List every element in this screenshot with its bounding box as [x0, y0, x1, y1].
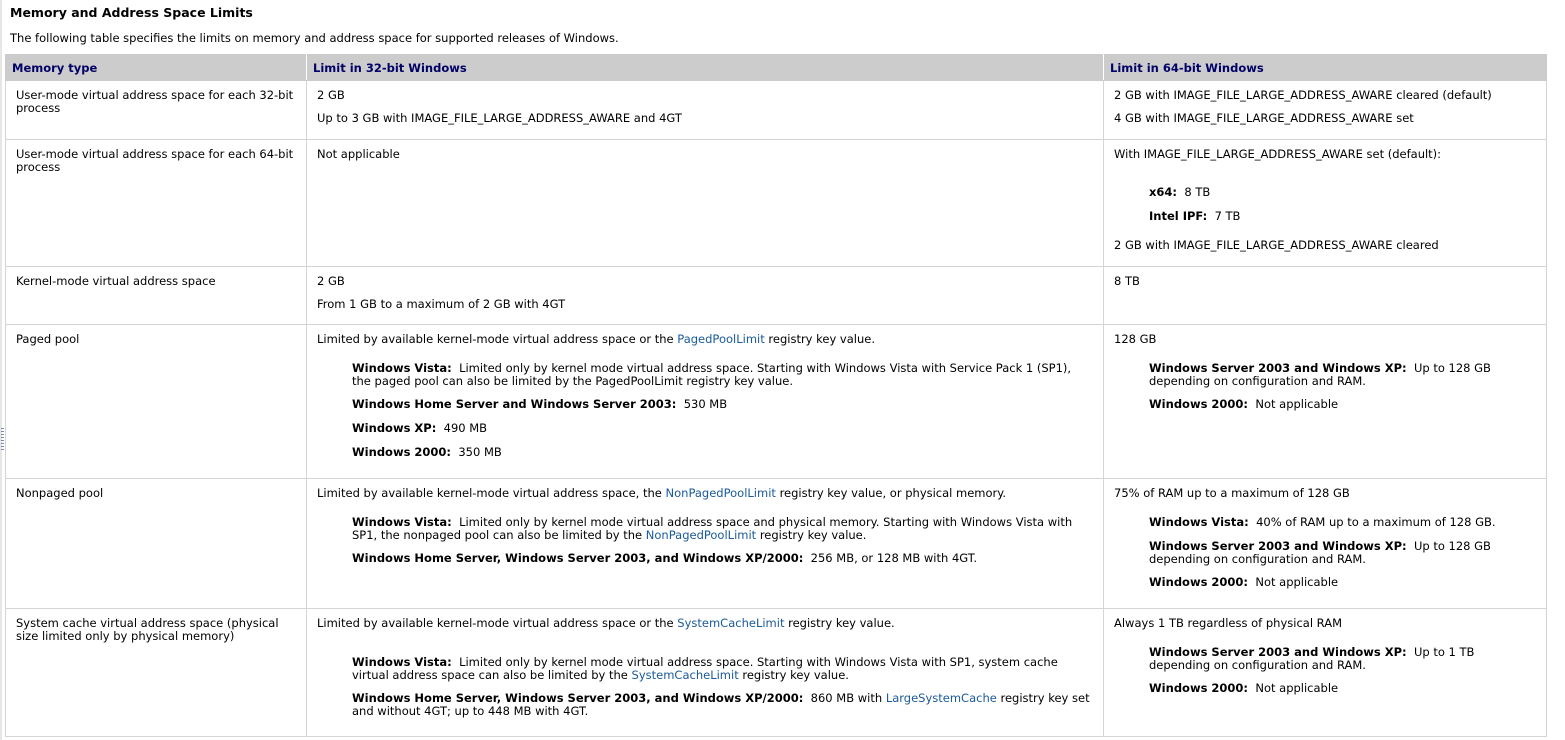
memory-type-cell: User-mode virtual address space for each…: [5, 139, 307, 267]
memory-type-cell: Kernel-mode virtual address space: [5, 266, 307, 325]
large-system-cache-link[interactable]: LargeSystemCache: [886, 691, 997, 705]
memory-type-cell: Paged pool: [5, 324, 307, 479]
memory-type-cell: Nonpaged pool: [5, 478, 307, 609]
limit-64bit-cell: 2 GB with IMAGE_FILE_LARGE_ADDRESS_AWARE…: [1103, 80, 1547, 140]
limit-64bit-cell: With IMAGE_FILE_LARGE_ADDRESS_AWARE set …: [1103, 139, 1547, 267]
limit-32bit-cell: 2 GB Up to 3 GB with IMAGE_FILE_LARGE_AD…: [306, 80, 1104, 140]
col-header-memory-type: Memory type: [5, 54, 307, 81]
table-row: User-mode virtual address space for each…: [5, 80, 1547, 140]
col-header-64bit: Limit in 64-bit Windows: [1103, 54, 1547, 81]
memory-type-cell: User-mode virtual address space for each…: [5, 80, 307, 140]
limit-32bit-cell: Limited by available kernel-mode virtual…: [306, 608, 1104, 737]
limit-32bit-cell: 2 GB From 1 GB to a maximum of 2 GB with…: [306, 266, 1104, 325]
limit-64bit-cell: 8 TB: [1103, 266, 1547, 325]
section-heading: Memory and Address Space Limits: [10, 5, 253, 20]
limit-32bit-cell: Limited by available kernel-mode virtual…: [306, 478, 1104, 609]
table-row: Nonpaged pool Limited by available kerne…: [5, 478, 1547, 609]
table-row: User-mode virtual address space for each…: [5, 139, 1547, 267]
limit-32bit-cell: Limited by available kernel-mode virtual…: [306, 324, 1104, 479]
intro-text: The following table specifies the limits…: [10, 31, 619, 45]
system-cache-limit-link[interactable]: SystemCacheLimit: [677, 616, 784, 630]
limits-table: Memory type Limit in 32-bit Windows Limi…: [5, 54, 1547, 737]
left-pane-edge: [0, 0, 2, 740]
memory-type-cell: System cache virtual address space (phys…: [5, 608, 307, 737]
table-header-row: Memory type Limit in 32-bit Windows Limi…: [5, 54, 1547, 81]
limit-64bit-cell: Always 1 TB regardless of physical RAM W…: [1103, 608, 1547, 737]
resize-grip-handle[interactable]: [1, 428, 4, 450]
limit-64bit-cell: 75% of RAM up to a maximum of 128 GB Win…: [1103, 478, 1547, 609]
limit-64bit-cell: 128 GB Windows Server 2003 and Windows X…: [1103, 324, 1547, 479]
table-row: Paged pool Limited by available kernel-m…: [5, 324, 1547, 479]
nonpaged-pool-limit-link[interactable]: NonPagedPoolLimit: [666, 486, 776, 500]
page-content: Memory and Address Space Limits The foll…: [10, 0, 1556, 46]
table-row: Kernel-mode virtual address space 2 GB F…: [5, 266, 1547, 325]
col-header-32bit: Limit in 32-bit Windows: [306, 54, 1104, 81]
table-row: System cache virtual address space (phys…: [5, 608, 1547, 737]
system-cache-limit-link[interactable]: SystemCacheLimit: [632, 668, 739, 682]
nonpaged-pool-limit-link[interactable]: NonPagedPoolLimit: [646, 528, 756, 542]
limit-32bit-cell: Not applicable: [306, 139, 1104, 267]
paged-pool-limit-link[interactable]: PagedPoolLimit: [677, 332, 764, 346]
